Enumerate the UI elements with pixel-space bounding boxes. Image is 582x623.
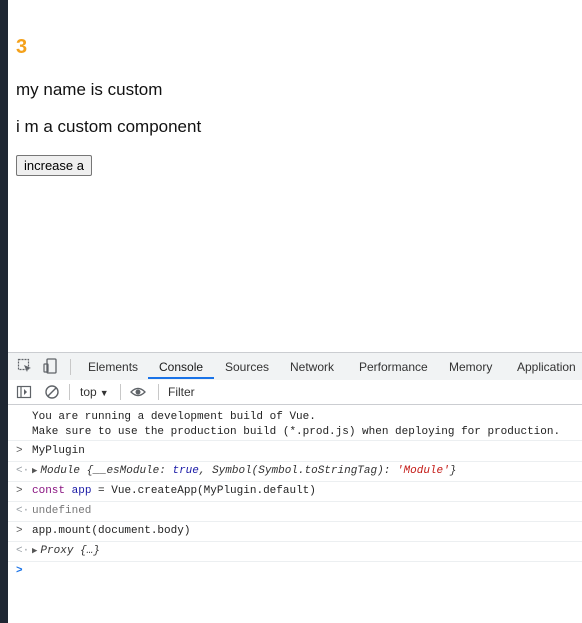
console-toolbar: top ▼ Filter	[8, 380, 582, 405]
active-tab-indicator	[148, 377, 214, 379]
tab-console[interactable]: Console	[159, 360, 203, 374]
device-toolbar-icon[interactable]	[43, 358, 59, 374]
module-object[interactable]: ▶ Module {__esModule: true, Symbol(Symbol…	[32, 465, 456, 477]
prompt-cursor-icon: >	[16, 565, 23, 577]
sidebar-toggle-icon[interactable]	[16, 384, 32, 400]
console-command: const app = Vue.createApp(MyPlugin.defau…	[32, 485, 316, 497]
divider	[120, 384, 121, 400]
tab-network[interactable]: Network	[290, 360, 334, 374]
object-preview: {…}	[80, 545, 100, 557]
left-edge-bar	[0, 0, 8, 623]
warning-line: You are running a development build of V…	[32, 411, 316, 423]
separator: ,	[198, 465, 213, 477]
tab-performance[interactable]: Performance	[359, 360, 428, 374]
console-input-row: > app.mount(document.body)	[8, 522, 582, 542]
console-output-row: <· ▶ Module {__esModule: true, Symbol(Sym…	[8, 462, 582, 482]
object-type: Proxy	[40, 545, 74, 557]
name-text: my name is custom	[16, 80, 163, 99]
console-prompt[interactable]: >	[8, 562, 582, 622]
object-value: 'Module'	[396, 465, 450, 477]
divider	[158, 384, 159, 400]
vue-warning-message: You are running a development build of V…	[8, 408, 582, 441]
variable: app	[71, 485, 92, 497]
context-label: top	[80, 385, 97, 399]
object-key: Symbol(Symbol.toStringTag)	[212, 465, 384, 477]
tab-memory[interactable]: Memory	[449, 360, 492, 374]
console-command: MyPlugin	[32, 445, 85, 457]
warning-line: Make sure to use the production build (*…	[32, 426, 561, 438]
eye-icon[interactable]	[130, 384, 146, 400]
tab-sources[interactable]: Sources	[225, 360, 269, 374]
object-value: true	[172, 465, 199, 477]
devtools-tabbar: Elements Console Sources Network Perform…	[8, 352, 582, 381]
expand-triangle-icon[interactable]: ▶	[32, 546, 37, 556]
object-key: __esModule	[93, 465, 160, 477]
console-output-row: <· undefined	[8, 502, 582, 522]
colon: :	[159, 465, 173, 477]
tab-application[interactable]: Application	[517, 360, 576, 374]
expand-triangle-icon[interactable]: ▶	[32, 466, 37, 476]
object-type: Module	[40, 465, 81, 477]
result-arrow-icon: <·	[16, 505, 30, 517]
result-arrow-icon: <·	[16, 465, 30, 477]
prompt-chevron-icon: >	[16, 485, 23, 497]
tab-elements[interactable]: Elements	[88, 360, 138, 374]
result-value: undefined	[32, 505, 92, 517]
console-input-row: > const app = Vue.createApp(MyPlugin.def…	[8, 482, 582, 502]
divider	[69, 384, 70, 400]
increase-button[interactable]: increase a	[16, 155, 92, 176]
console-command: app.mount(document.body)	[32, 525, 191, 537]
console-output: You are running a development build of V…	[8, 405, 582, 623]
component-text: i m a custom component	[16, 117, 202, 136]
context-selector[interactable]: top ▼	[80, 385, 109, 399]
prompt-chevron-icon: >	[16, 445, 23, 457]
clear-console-icon[interactable]	[44, 384, 60, 400]
devtools-panel: Elements Console Sources Network Perform…	[8, 352, 582, 623]
inspect-icon[interactable]	[17, 358, 33, 374]
brace: }	[449, 465, 457, 477]
console-input-row: > MyPlugin	[8, 442, 582, 462]
proxy-object[interactable]: ▶ Proxy {…}	[32, 545, 100, 557]
result-arrow-icon: <·	[16, 545, 30, 557]
filter-input[interactable]: Filter	[168, 385, 195, 399]
colon: :	[383, 465, 397, 477]
divider	[70, 359, 71, 375]
page-content: 3 my name is custom i m a custom compone…	[8, 0, 582, 352]
chevron-down-icon: ▼	[99, 388, 109, 398]
prompt-chevron-icon: >	[16, 525, 23, 537]
console-output-row: <· ▶ Proxy {…}	[8, 542, 582, 562]
count-value: 3	[16, 36, 28, 58]
keyword: const	[32, 485, 66, 497]
expression: = Vue.createApp(MyPlugin.default)	[91, 485, 316, 497]
